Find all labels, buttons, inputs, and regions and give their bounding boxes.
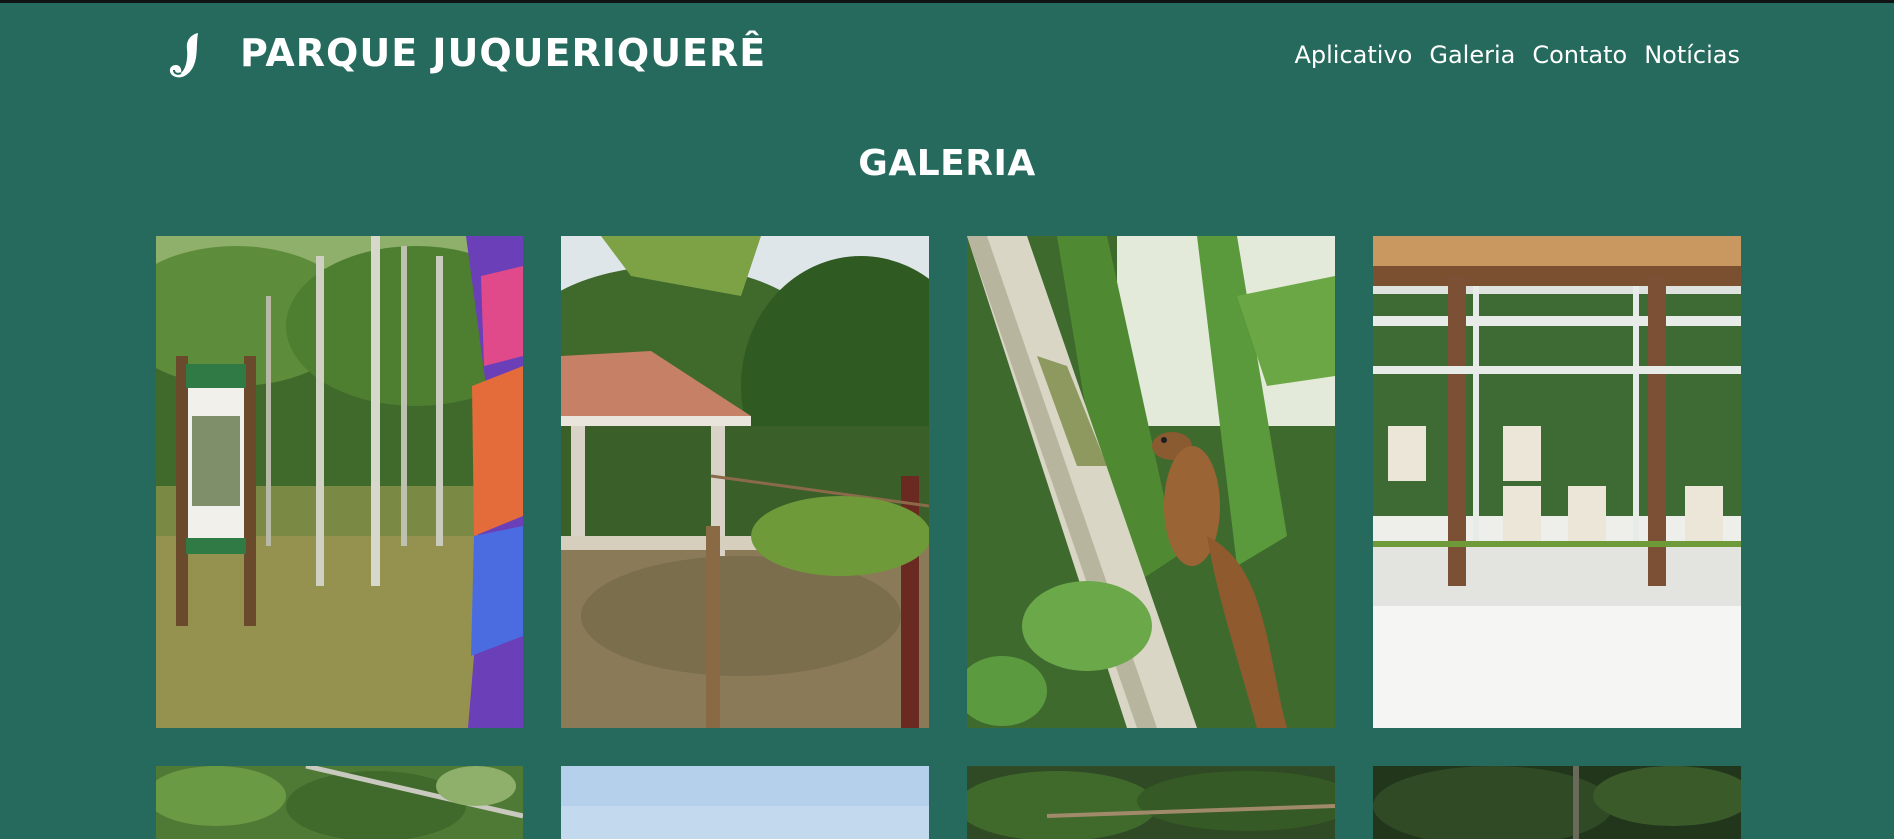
- gallery-photo-2[interactable]: [561, 236, 929, 728]
- nav-galeria[interactable]: Galeria: [1429, 41, 1515, 69]
- site-header: PARQUE JUQUERIQUERÊ Aplicativo Galeria C…: [0, 3, 1894, 103]
- nav-aplicativo[interactable]: Aplicativo: [1294, 41, 1412, 69]
- site-brand[interactable]: PARQUE JUQUERIQUERÊ: [240, 31, 766, 75]
- gallery-photo-5[interactable]: [156, 766, 523, 839]
- gallery-photo-8[interactable]: [1373, 766, 1741, 839]
- page-title: GALERIA: [858, 143, 1036, 184]
- nav-contato[interactable]: Contato: [1532, 41, 1627, 69]
- gallery-photo-4[interactable]: [1373, 236, 1741, 728]
- park-logo-icon[interactable]: [168, 31, 206, 81]
- gallery-photo-3[interactable]: [967, 236, 1335, 728]
- gallery-photo-7[interactable]: [967, 766, 1335, 839]
- gallery-photo-6[interactable]: [561, 766, 929, 839]
- main-nav: Aplicativo Galeria Contato Notícias: [1294, 41, 1740, 69]
- nav-noticias[interactable]: Notícias: [1644, 41, 1740, 69]
- gallery-photo-1[interactable]: [156, 236, 523, 728]
